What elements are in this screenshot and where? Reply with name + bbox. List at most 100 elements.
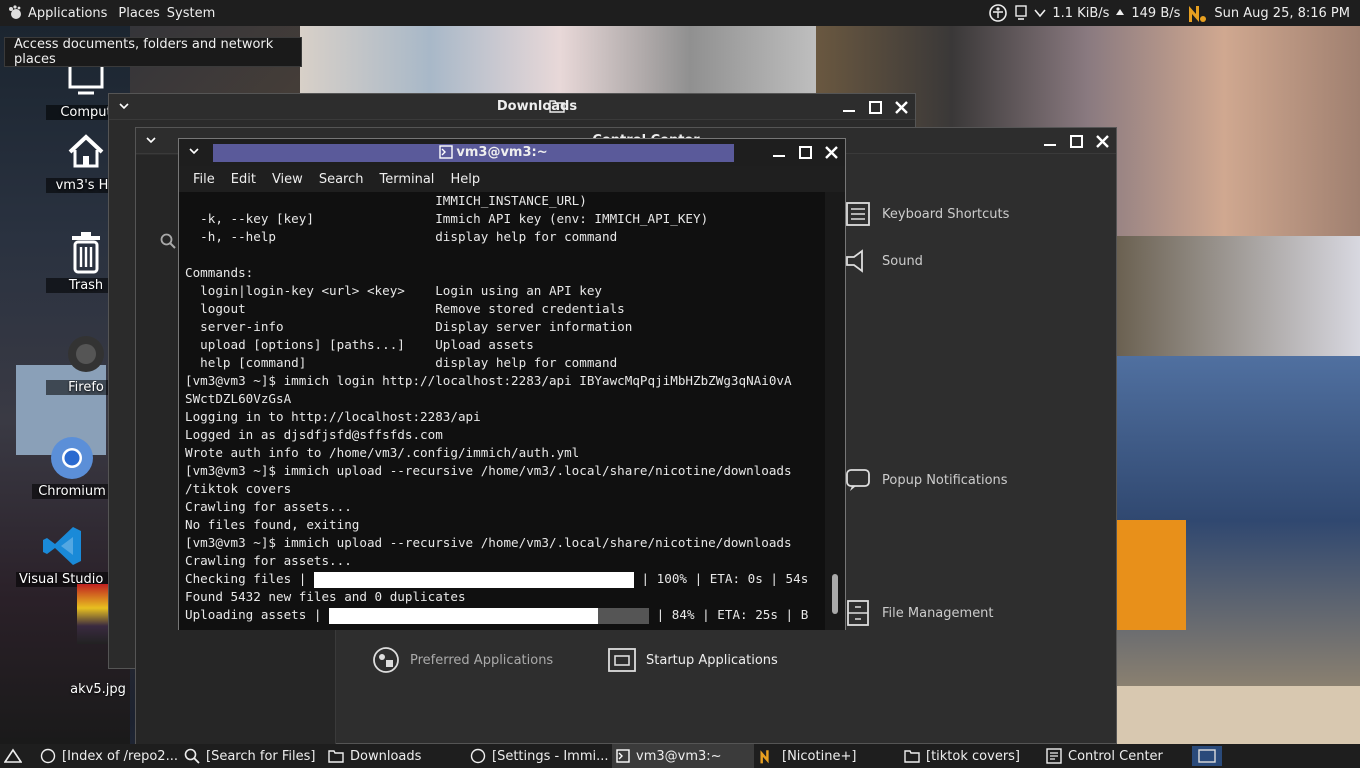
desktop-vscode[interactable]: Visual Studio C — [16, 522, 110, 587]
preferred-applications-item[interactable]: Preferred Applications — [370, 644, 553, 676]
upload-label: Uploading assets | — [185, 607, 330, 622]
file-management-item[interactable]: File Management — [842, 597, 994, 629]
found-line: Found 5432 new files and 0 duplicates — [185, 589, 466, 604]
task-settings-immich[interactable]: [Settings - Immi... — [470, 744, 608, 768]
task-search-for-files[interactable]: [Search for Files] — [184, 744, 318, 768]
menu-view[interactable]: View — [264, 172, 311, 187]
workspace-switcher-icon[interactable] — [1192, 746, 1222, 766]
system-menu[interactable]: System — [167, 0, 222, 26]
folder-icon — [549, 99, 565, 113]
sound-item[interactable]: Sound — [842, 245, 923, 277]
home-icon — [62, 128, 110, 176]
terminal-line: IMMICH_INSTANCE_URL) — [185, 193, 587, 208]
terminal-line: /tiktok covers — [185, 481, 292, 496]
task-label: [Index of /repo2... — [62, 748, 178, 764]
terminal-line: Crawling for assets... — [185, 553, 352, 568]
popup-notifications-item[interactable]: Popup Notifications — [842, 464, 1008, 496]
startup-applications-label: Startup Applications — [646, 652, 778, 668]
file-cabinet-icon — [842, 597, 874, 629]
applications-menu[interactable]: Applications — [0, 0, 114, 26]
trash-icon — [62, 228, 110, 276]
show-desktop-icon[interactable] — [4, 748, 22, 764]
downloads-title: Downloads — [496, 99, 578, 114]
task-label: [tiktok covers] — [926, 748, 1021, 764]
checking-suffix: | 100% | ETA: 0s | 54s — [633, 571, 809, 586]
menu-edit[interactable]: Edit — [223, 172, 264, 187]
preferred-apps-icon — [370, 644, 402, 676]
desktop-chromium-label: Chromium — [32, 484, 112, 499]
clock[interactable]: Sun Aug 25, 8:16 PM — [1214, 6, 1350, 21]
nicotine-tray-icon[interactable] — [1186, 2, 1208, 24]
places-tooltip: Access documents, folders and network pl… — [4, 37, 302, 67]
terminal-line: [vm3@vm3 ~]$ immich upload --recursive /… — [185, 463, 792, 478]
places-menu[interactable]: Places — [114, 0, 166, 26]
task-control-center[interactable]: Control Center — [1046, 744, 1184, 768]
search-icon — [184, 748, 200, 764]
desktop-chromium[interactable]: Chromium — [32, 434, 112, 499]
wallpaper-right-3 — [1116, 686, 1360, 744]
terminal-scrollbar[interactable] — [825, 192, 845, 630]
keyboard-icon — [842, 198, 874, 230]
keyboard-shortcuts-item[interactable]: Keyboard Shortcuts — [842, 198, 1009, 230]
accessibility-icon[interactable] — [988, 3, 1008, 23]
wallpaper-top — [300, 26, 820, 96]
terminal-line: SWctDZL60VzGsA — [185, 391, 292, 406]
browser-icon — [470, 748, 486, 764]
window-menu-icon[interactable] — [144, 133, 158, 147]
task-nicotine[interactable]: [Nicotine+] — [758, 744, 896, 768]
search-icon[interactable] — [160, 233, 176, 249]
upload-progress-line: Uploading assets | | 84% | ETA: 25s | B — [179, 606, 827, 624]
terminal-line: Commands: — [185, 265, 254, 280]
terminal-line: Wrote auth info to /home/vm3/.config/imm… — [185, 445, 580, 460]
minimize-icon[interactable] — [1042, 133, 1058, 149]
maximize-icon[interactable] — [867, 99, 883, 115]
checking-progress-line: Checking files | | 100% | ETA: 0s | 54s — [179, 570, 827, 588]
terminal-window[interactable]: vm3@vm3:~ File Edit View Search Terminal… — [178, 138, 846, 630]
places-label: Places — [118, 5, 160, 21]
maximize-icon[interactable] — [797, 144, 813, 160]
active-title-highlight — [213, 144, 734, 162]
checking-progress-bar — [313, 571, 634, 588]
applications-label: Applications — [28, 5, 108, 21]
terminal-output[interactable]: IMMICH_INSTANCE_URL) -k, --key [key] Imm… — [179, 192, 827, 630]
minimize-icon[interactable] — [841, 99, 857, 115]
task-tiktok-covers[interactable]: [tiktok covers] — [904, 744, 1040, 768]
tooltip-text: Access documents, folders and network pl… — [14, 37, 274, 67]
menu-file[interactable]: File — [185, 172, 223, 187]
keyboard-shortcuts-label: Keyboard Shortcuts — [882, 206, 1010, 222]
control-center-icon — [1046, 748, 1062, 764]
terminal-line: logout Remove stored credentials — [185, 301, 625, 316]
menu-search[interactable]: Search — [311, 172, 372, 187]
terminal-line: [vm3@vm3 ~]$ immich upload --recursive /… — [185, 535, 792, 550]
firefox-icon — [62, 330, 110, 378]
network-icon[interactable] — [1014, 4, 1028, 22]
terminal-titlebar[interactable]: vm3@vm3:~ — [179, 139, 845, 166]
close-icon[interactable] — [893, 99, 909, 115]
menu-terminal[interactable]: Terminal — [371, 172, 442, 187]
file-management-label: File Management — [882, 605, 994, 621]
sound-label: Sound — [882, 253, 923, 269]
scrollbar-thumb[interactable] — [832, 574, 838, 614]
window-menu-icon[interactable] — [117, 99, 131, 113]
menu-help[interactable]: Help — [442, 172, 488, 187]
minimize-icon[interactable] — [771, 144, 787, 160]
startup-applications-item[interactable]: Startup Applications — [606, 644, 778, 676]
chromium-icon — [48, 434, 96, 482]
task-index-of-repo[interactable]: [Index of /repo2... — [40, 744, 178, 768]
downloads-titlebar[interactable]: Downloads — [109, 94, 915, 120]
bottom-panel: [Index of /repo2... [Search for Files] D… — [0, 744, 1360, 768]
checking-progress-fill — [313, 571, 634, 588]
task-terminal[interactable]: vm3@vm3:~ — [612, 744, 754, 768]
heart-down-icon — [1034, 7, 1046, 19]
close-icon[interactable] — [1094, 133, 1110, 149]
terminal-menubar: File Edit View Search Terminal Help — [179, 166, 845, 192]
maximize-icon[interactable] — [1068, 133, 1084, 149]
task-label: Downloads — [350, 748, 422, 764]
close-icon[interactable] — [823, 144, 839, 160]
task-downloads[interactable]: Downloads — [328, 744, 464, 768]
upload-progress-bar — [329, 607, 650, 624]
terminal-line: -h, --help display help for command — [185, 229, 618, 244]
startup-apps-icon — [606, 644, 638, 676]
terminal-icon — [439, 145, 453, 159]
window-menu-icon[interactable] — [187, 144, 201, 158]
